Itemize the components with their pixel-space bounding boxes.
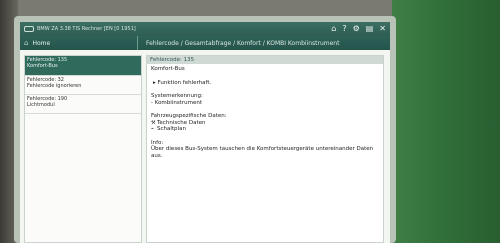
title-bar: BMW ZA 3.38 TIS Rechner [EN [0 1951] ⌂ ?… (20, 22, 390, 36)
home-icon[interactable]: ⌂ (331, 24, 336, 33)
fault-name: Fehlercode ignorieren (27, 83, 82, 89)
fault-list-item[interactable]: Fehlercode: 135 Komfort-Bus (25, 56, 141, 76)
toolbar-icons: ⌂ ? ⚙ ▤ ✕ (331, 24, 386, 33)
monitor-screen: BMW ZA 3.38 TIS Rechner [EN [0 1951] ⌂ ?… (20, 22, 390, 243)
schematic-label: Schaltplan (157, 126, 186, 132)
help-icon[interactable]: ? (342, 24, 346, 33)
house-icon: ⌂ (24, 39, 29, 47)
app-logo-icon (24, 26, 34, 32)
close-icon[interactable]: ✕ (379, 24, 386, 33)
settings-icon[interactable]: ⚙ (353, 24, 360, 33)
info-text: Über dieses Bus-System tauschen die Komf… (151, 146, 374, 159)
fault-name: Komfort-Bus (27, 63, 58, 69)
print-icon[interactable]: ▤ (366, 24, 374, 33)
home-label: Home (32, 39, 51, 47)
detail-header: Fehlercode: 135 (147, 56, 383, 64)
background-wall (392, 0, 500, 243)
window-title: BMW ZA 3.38 TIS Rechner [EN [0 1951] (37, 26, 136, 32)
home-button[interactable]: ⌂ Home (20, 36, 138, 50)
fault-list-item[interactable]: Fehlercode: 32 Fehlercode ignorieren (25, 76, 141, 95)
nav-bar: ⌂ Home Fehlercode / Gesamtabfrage / Komf… (20, 36, 390, 50)
fault-code-list: Fehlercode: 135 Komfort-Bus Fehlercode: … (24, 55, 142, 243)
breadcrumb: Fehlercode / Gesamtabfrage / Komfort / K… (146, 39, 340, 47)
fault-name: Lichtmodul (27, 102, 55, 108)
fault-list-item[interactable]: Fehlercode: 190 Lichtmodul (25, 95, 141, 114)
fault-detail-panel: Fehlercode: 135 Komfort-Bus ▸ Funktion f… (146, 55, 384, 243)
